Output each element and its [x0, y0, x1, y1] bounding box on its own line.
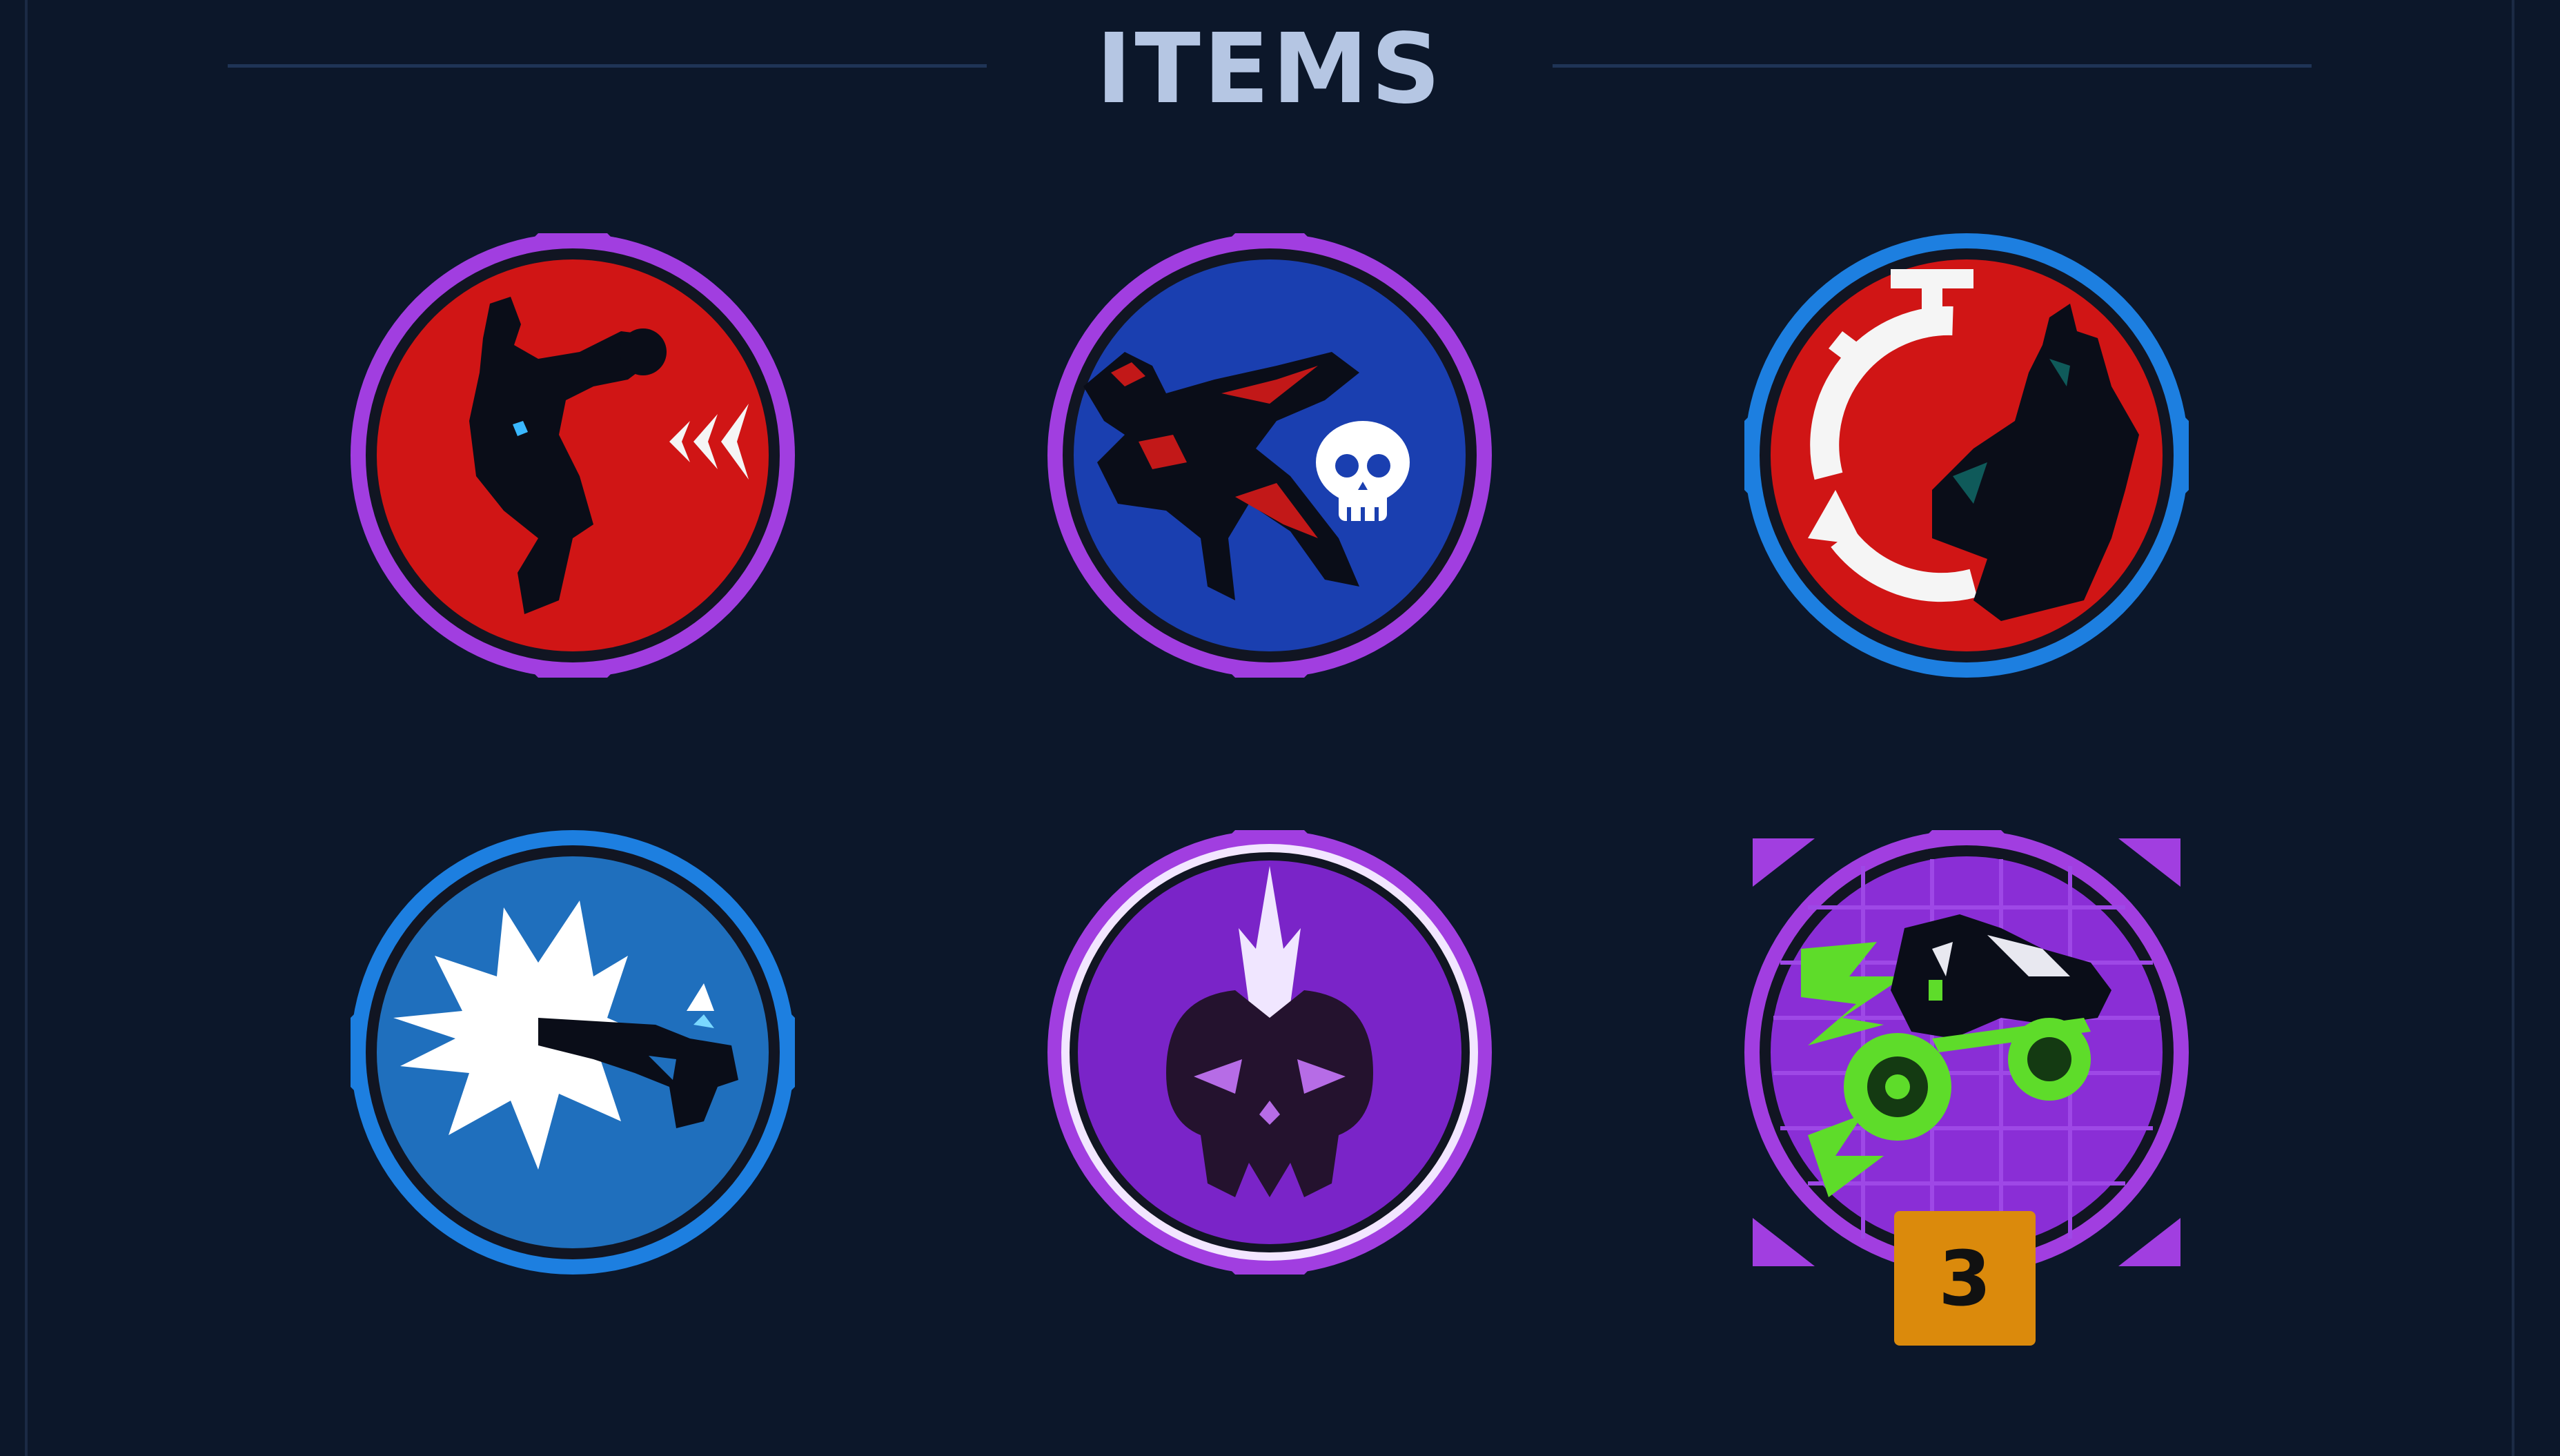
items-header: ITEMS — [0, 0, 2560, 138]
item-slot-5[interactable] — [1028, 811, 1511, 1294]
leaping-skull-icon — [1047, 233, 1492, 678]
pistol-burst-icon — [351, 830, 795, 1275]
section-title: ITEMS — [1096, 12, 1444, 126]
item-slot-2[interactable] — [1028, 214, 1511, 697]
panel-border-left — [25, 0, 28, 1456]
header-divider-left — [228, 64, 987, 68]
item-slot-3[interactable] — [1725, 214, 2208, 697]
header-divider-right — [1553, 64, 2312, 68]
item-slot-1[interactable] — [331, 214, 814, 697]
stack-count-badge: 3 — [1894, 1211, 2036, 1346]
panel-border-right — [2512, 0, 2514, 1456]
item-slot-4[interactable] — [331, 811, 814, 1294]
items-panel: ITEMS 3 — [0, 0, 2560, 1456]
mohawk-skull-icon — [1047, 830, 1492, 1275]
rocket-gunner-dash-icon — [351, 233, 795, 678]
stopwatch-cooldown-icon — [1744, 233, 2189, 678]
